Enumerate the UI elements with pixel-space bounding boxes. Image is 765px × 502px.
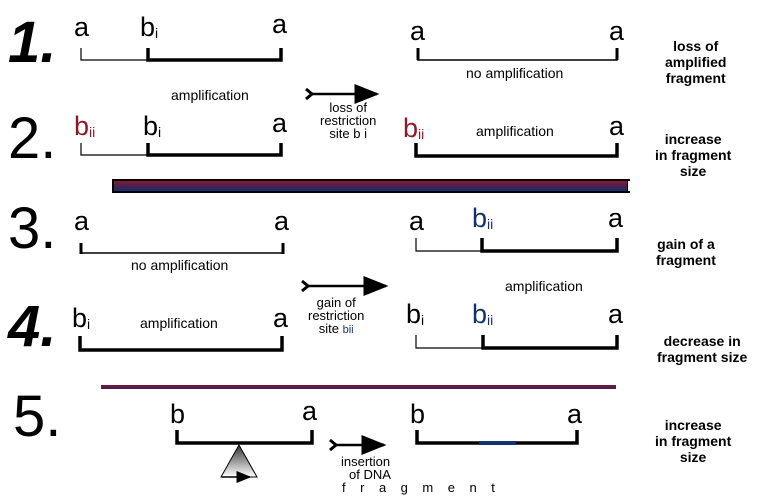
row1-after-fragment	[416, 48, 619, 61]
row-number-1: 1.	[8, 10, 57, 75]
site-a: a	[272, 9, 288, 39]
site-a: a	[272, 108, 288, 138]
result-label: increase in fragment size	[655, 417, 732, 465]
site-b-ii: bii	[74, 111, 96, 141]
fragment-label: amplification	[171, 87, 249, 103]
insertion-element-icon	[220, 443, 258, 483]
row1-before-fragment	[80, 48, 283, 62]
site-a: a	[608, 203, 624, 233]
site-a: a	[74, 206, 90, 236]
result-label: gain of a fragment	[656, 236, 716, 268]
site-a: a	[273, 303, 289, 333]
fragment-label: amplification	[505, 278, 583, 294]
site-a: a	[409, 206, 425, 236]
arrow-insertion	[329, 435, 387, 455]
arrow-gain-site	[301, 276, 389, 296]
row2-after-fragment	[414, 143, 619, 158]
row-number-3: 3.	[8, 196, 57, 261]
site-b-i: bi	[143, 111, 162, 141]
site-a: a	[410, 16, 426, 46]
site-a: a	[609, 111, 625, 141]
row5-after-fragment	[415, 430, 579, 445]
site-a: a	[609, 16, 625, 46]
site-b-ii: bii	[472, 299, 494, 329]
site-b-i: bi	[72, 303, 91, 333]
site-b-ii: bii	[403, 113, 425, 143]
diagram-lines	[78, 48, 619, 483]
row-number-4: 4.	[8, 294, 57, 359]
site-a: a	[74, 12, 90, 42]
row-number-5: 5.	[13, 384, 62, 449]
fragment-label: amplification	[476, 123, 554, 139]
site-a: a	[608, 299, 624, 329]
result-label: decrease in fragment size	[657, 333, 748, 365]
row3-after-fragment	[415, 238, 619, 253]
row3-before-fragment	[79, 243, 285, 254]
row5-before-fragment	[175, 430, 314, 445]
result-label: increase in fragment size	[655, 131, 732, 179]
divider-bar-end	[627, 181, 630, 191]
site-a: a	[302, 396, 318, 426]
site-b: b	[170, 399, 186, 429]
row4-before-fragment	[78, 336, 284, 352]
site-b-i: bi	[406, 299, 425, 329]
divider-bar	[112, 179, 630, 193]
arrow-label-loss-site: loss of restriction site b i	[320, 100, 377, 141]
site-a: a	[274, 206, 290, 236]
result-label: loss of amplified fragment	[665, 38, 727, 86]
site-a: a	[567, 399, 583, 429]
site-b: b	[410, 399, 426, 429]
row4-after-fragment	[415, 335, 619, 350]
arrow-label-insertion: insertion of DNA fragment	[341, 454, 510, 495]
fragment-label: amplification	[140, 315, 218, 331]
arrow-label-gain-site: gain of restriction site bii	[308, 295, 365, 336]
divider-line	[101, 385, 616, 389]
site-b-i: bi	[140, 12, 159, 42]
fragment-label: no amplification	[466, 65, 564, 81]
row2-before-fragment	[80, 143, 283, 157]
fragment-label: no amplification	[131, 257, 229, 273]
site-b-ii: bii	[472, 203, 494, 233]
row-number-2: 2.	[8, 106, 57, 171]
arrow-loss-site	[305, 84, 380, 104]
